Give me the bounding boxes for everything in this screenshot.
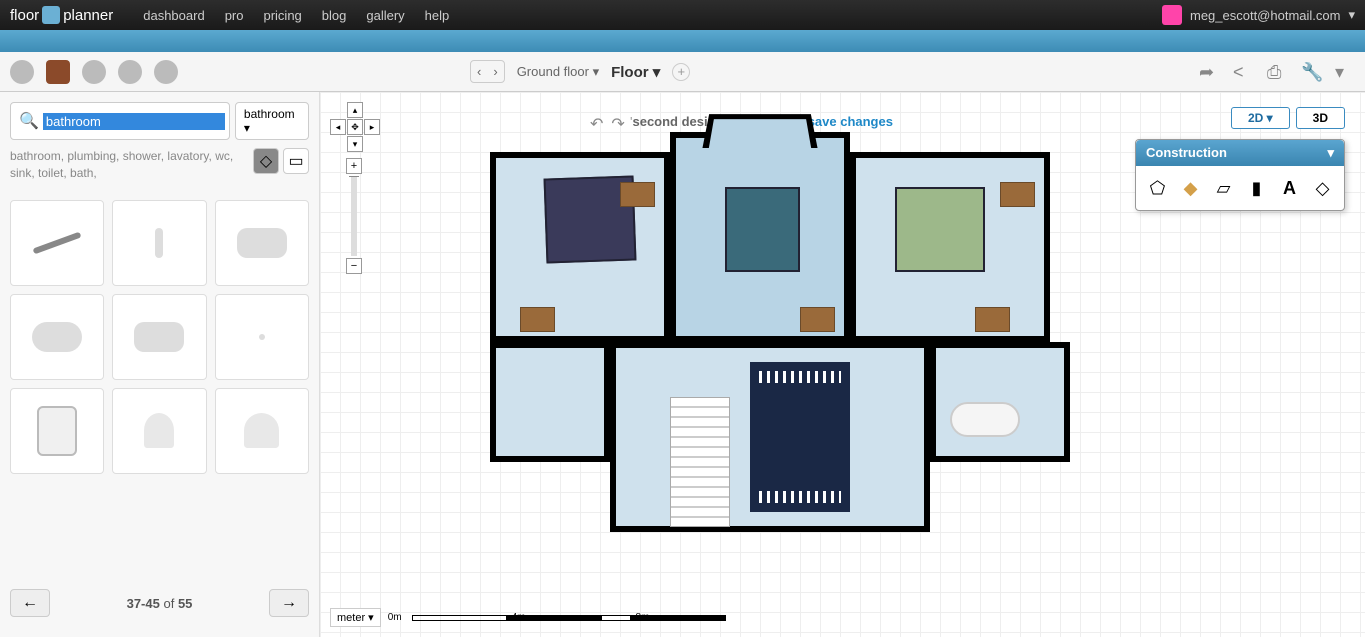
info-icon[interactable] [10,60,34,84]
lib-item-mirror[interactable] [10,388,104,474]
pan-zoom-controls: ▴ ◂✥▸ ▾ + − [330,102,380,274]
redo-icon[interactable]: ↷ [611,114,624,134]
zoom-slider[interactable] [351,176,357,256]
export-icon[interactable]: ➦ [1199,62,1219,82]
prev-arrow-icon[interactable]: ‹ [471,61,487,82]
lib-item-shower[interactable] [215,294,309,380]
view-3d-button[interactable]: 3D [1296,107,1345,129]
help-icon[interactable] [154,60,178,84]
nav-pro[interactable]: pro [225,8,244,23]
floor-selector[interactable]: Ground floor ▾ [517,64,599,80]
lib-item-bathtub2[interactable] [10,294,104,380]
lib-item-faucet[interactable] [112,200,206,286]
print-icon[interactable]: ⎙ [1267,62,1287,82]
nav-help[interactable]: help [425,8,450,23]
undo-icon[interactable]: ↶ [590,114,603,134]
nav-blog[interactable]: blog [322,8,347,23]
canvas[interactable]: ▴ ◂✥▸ ▾ + − ↶ ↷ 'second design' has chan… [320,92,1365,637]
user-email: meg_escott@hotmail.com [1190,8,1340,23]
nightstand-3[interactable] [800,307,835,332]
page-info: 37-45 of 55 [127,596,193,611]
logo-text-right: planner [63,7,113,24]
zoom-out-button[interactable]: − [346,258,362,274]
prev-page-button[interactable]: ← [10,589,50,617]
pan-down[interactable]: ▾ [347,136,363,152]
settings-icon[interactable]: 🔧 [1301,62,1321,82]
text-tool-icon[interactable]: A [1276,174,1303,202]
nav-gallery[interactable]: gallery [366,8,404,23]
save-changes-link[interactable]: save changes [808,114,893,129]
pan-center[interactable]: ✥ [347,119,363,135]
scale-bar: meter ▾ 0m 4m 8m [330,608,649,627]
blue-bar [0,30,1365,52]
floor-dropdown[interactable]: Floor ▾ [611,63,660,81]
view-3d-toggle[interactable]: ◇ [253,148,279,174]
bed-right[interactable] [895,187,985,272]
search-icon: 🔍 [19,111,39,131]
unit-dropdown[interactable]: meter ▾ [330,608,381,627]
share-icon[interactable]: < [1233,62,1253,82]
lib-item-drain[interactable] [10,200,104,286]
room-tool-icon[interactable]: ⬠ [1144,174,1171,202]
nightstand-1[interactable] [520,307,555,332]
view-2d-toggle[interactable]: ▭ [283,148,309,174]
sidebar: 🔍 bathroom ▾ ◇ ▭ bathroom, plumbing, sho… [0,92,320,637]
pagination: ← 37-45 of 55 → [10,579,309,627]
construction-title: Construction [1146,145,1227,161]
floorplan[interactable] [490,132,1070,552]
bathtub[interactable] [950,402,1020,437]
pan-right[interactable]: ▸ [364,119,380,135]
user-menu[interactable]: meg_escott@hotmail.com ▾ [1162,5,1355,25]
nightstand-4[interactable] [975,307,1010,332]
panel-chevron-icon[interactable]: ▾ [1327,145,1334,161]
furniture-icon[interactable] [46,60,70,84]
lib-item-bathtub1[interactable] [215,200,309,286]
surface-tool-icon[interactable]: ▱ [1210,174,1237,202]
pan-up[interactable]: ▴ [347,102,363,118]
photo-icon[interactable] [82,60,106,84]
next-page-button[interactable]: → [269,589,309,617]
right-panel: 2D ▾ 3D Construction ▾ ⬠ ◆ ▱ ▮ A ◇ [1135,107,1345,211]
avatar [1162,5,1182,25]
library-grid [10,200,309,474]
logo-text-left: floor [10,7,39,24]
view-2d-button[interactable]: 2D ▾ [1231,107,1290,129]
rug[interactable] [750,362,850,512]
tags-row: ◇ ▭ bathroom, plumbing, shower, lavatory… [10,148,309,190]
logo[interactable]: floor planner [10,6,113,24]
construction-panel: Construction ▾ ⬠ ◆ ▱ ▮ A ◇ [1135,139,1345,211]
pan-left[interactable]: ◂ [330,119,346,135]
stairs[interactable] [670,397,730,527]
floor-nav-arrows: ‹ › [470,60,505,83]
globe-icon[interactable] [118,60,142,84]
wall-tool-icon[interactable]: ◆ [1177,174,1204,202]
nightstand-5[interactable] [1000,182,1035,207]
search-input[interactable] [43,113,225,130]
nightstand-2[interactable] [620,182,655,207]
toolbar: ‹ › Ground floor ▾ Floor ▾ + ➦ < ⎙ 🔧 ▾ [0,52,1365,92]
door-tool-icon[interactable]: ▮ [1243,174,1270,202]
top-nav: floor planner dashboard pro pricing blog… [0,0,1365,30]
zoom-in-button[interactable]: + [346,158,362,174]
nav-links: dashboard pro pricing blog gallery help [143,8,449,23]
logo-icon [42,6,60,24]
lib-item-bathtub3[interactable] [112,294,206,380]
add-floor-button[interactable]: + [672,63,690,81]
next-arrow-icon[interactable]: › [487,61,503,82]
search-box: 🔍 [10,102,230,140]
dimension-tool-icon[interactable]: ◇ [1309,174,1336,202]
nav-dashboard[interactable]: dashboard [143,8,204,23]
more-icon[interactable]: ▾ [1335,62,1355,82]
chevron-down-icon: ▾ [1348,7,1355,23]
nav-pricing[interactable]: pricing [263,8,301,23]
lib-item-urinal[interactable] [112,388,206,474]
bed-center[interactable] [725,187,800,272]
category-dropdown[interactable]: bathroom ▾ [235,102,309,140]
lib-item-sink[interactable] [215,388,309,474]
room-bathroom-left[interactable] [490,342,610,462]
